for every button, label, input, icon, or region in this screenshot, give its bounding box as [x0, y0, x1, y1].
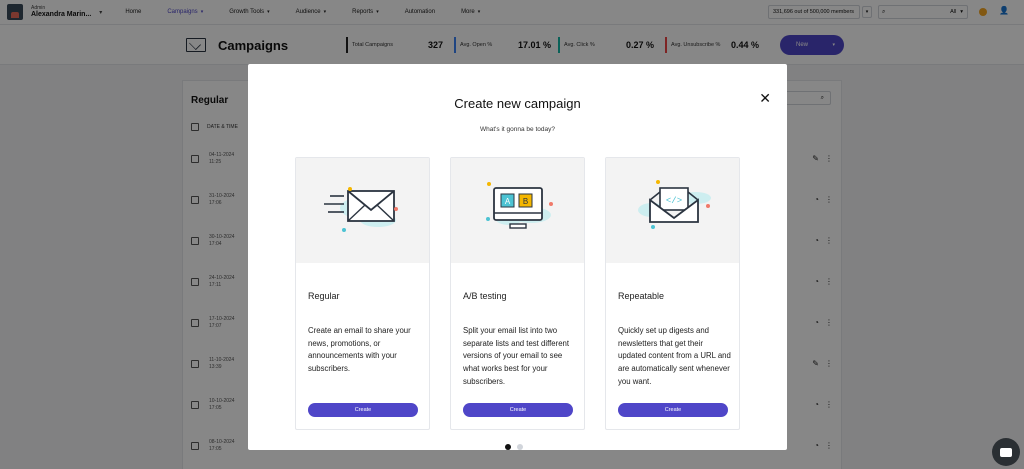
create-campaign-modal: ✕ Create new campaign What's it gonna be…: [248, 64, 787, 450]
card-repeatable[interactable]: </> Repeatable Quickly set up digests an…: [605, 157, 740, 430]
create-regular-button[interactable]: Create: [308, 403, 418, 417]
carousel-pagination: [505, 444, 523, 450]
card-description: Create an email to share your news, prom…: [308, 326, 411, 373]
card-description: Split your email list into two separate …: [463, 326, 570, 386]
svg-text:</>: </>: [666, 196, 682, 206]
card-description: Quickly set up digests and newsletters t…: [618, 326, 731, 386]
code-envelope-icon: </>: [606, 158, 739, 263]
card-ab-testing[interactable]: A B A/B testing Split your email list in…: [450, 157, 585, 430]
card-title: A/B testing: [463, 291, 507, 301]
card-regular[interactable]: Regular Create an email to share your ne…: [295, 157, 430, 430]
create-repeatable-button[interactable]: Create: [618, 403, 728, 417]
create-ab-testing-button[interactable]: Create: [463, 403, 573, 417]
svg-text:B: B: [523, 197, 528, 206]
modal-subtitle: What's it gonna be today?: [480, 126, 555, 133]
chat-icon[interactable]: [992, 438, 1020, 466]
pagination-dot[interactable]: [505, 444, 511, 450]
pagination-dot[interactable]: [517, 444, 523, 450]
card-title: Regular: [308, 291, 340, 301]
card-title: Repeatable: [618, 291, 665, 301]
envelope-icon: [296, 158, 429, 263]
svg-text:A: A: [505, 197, 511, 206]
modal-title: Create new campaign: [454, 96, 581, 111]
ab-monitor-icon: A B: [451, 158, 584, 263]
